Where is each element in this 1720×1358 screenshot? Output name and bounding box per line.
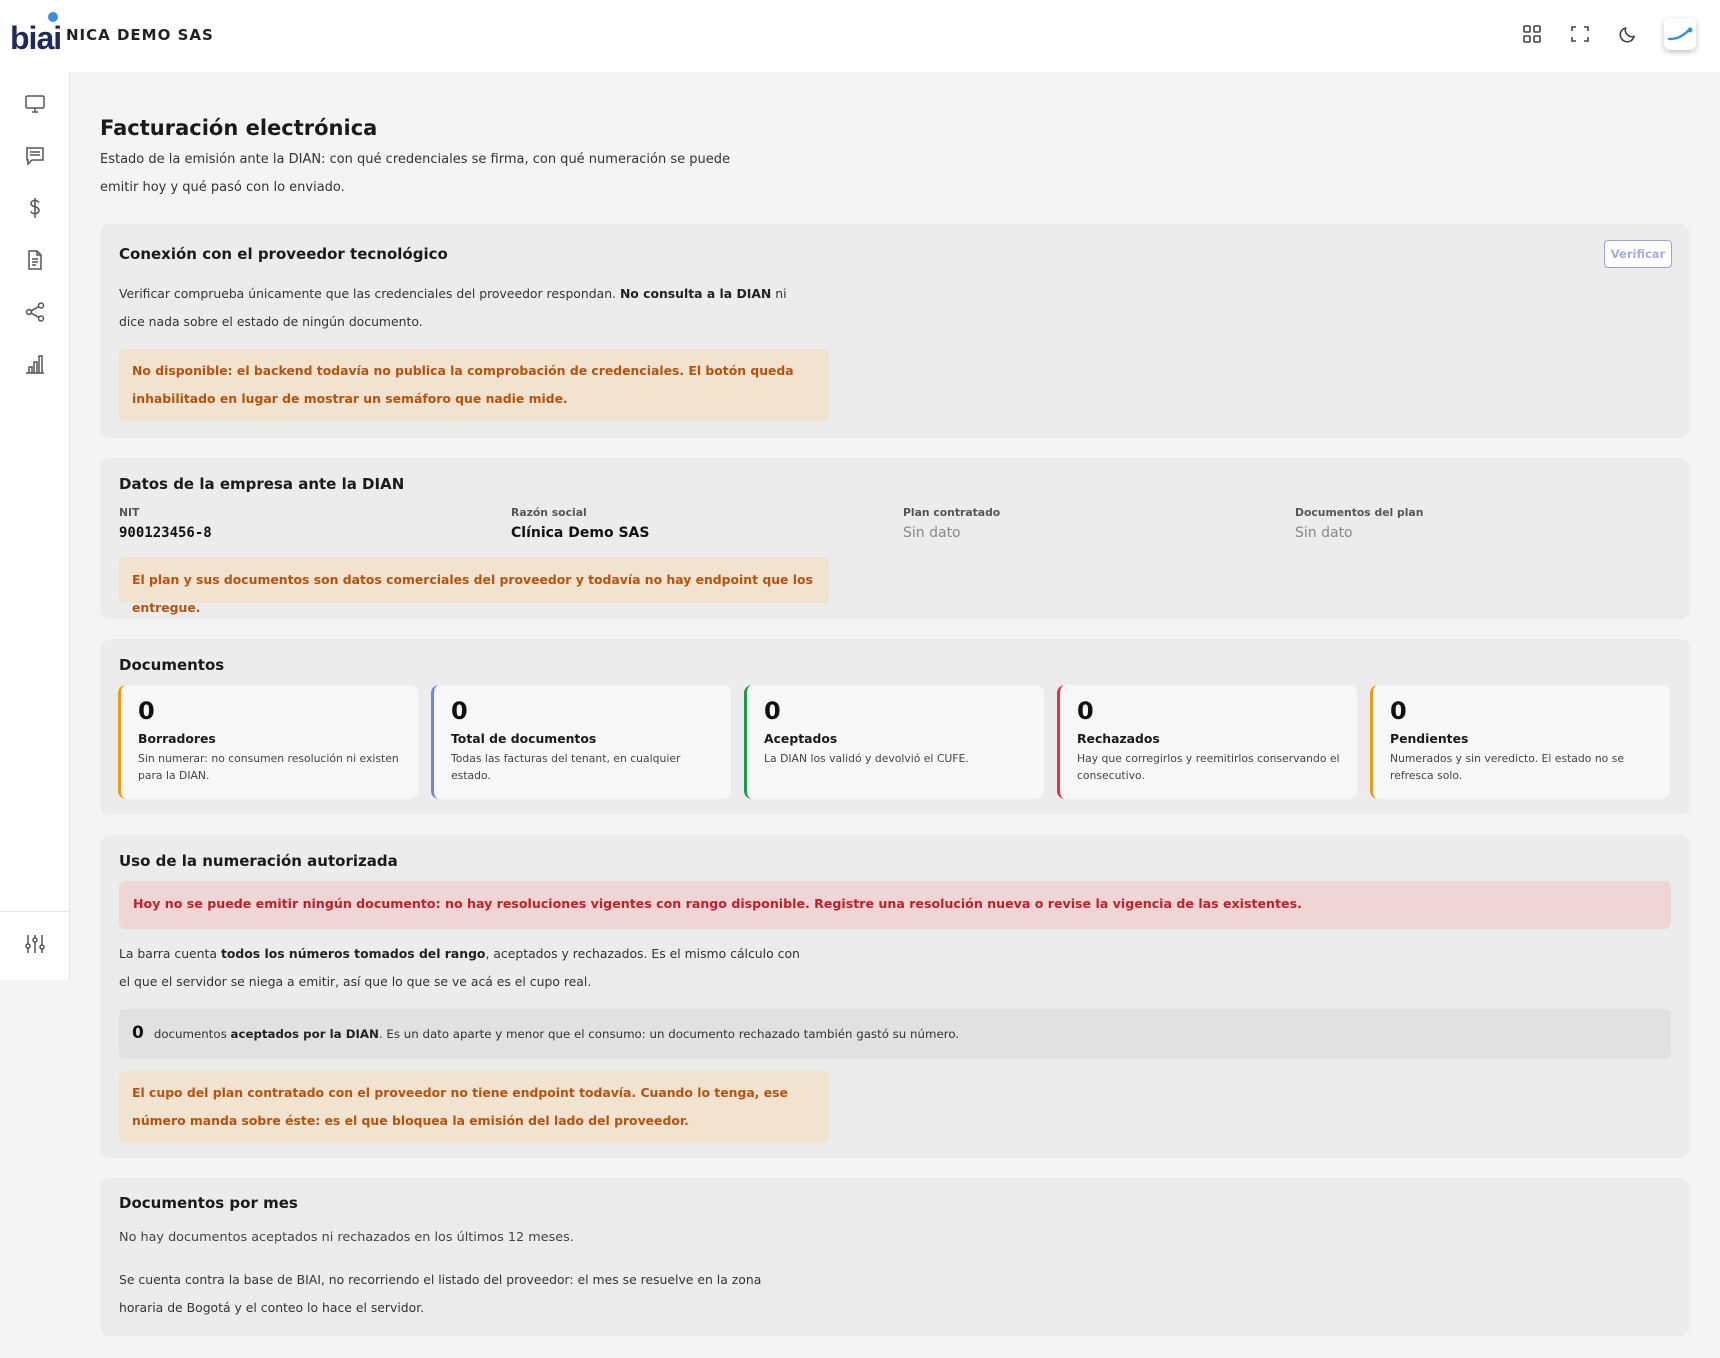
stat-label: Rechazados: [1077, 731, 1160, 746]
stat-value: 0: [138, 697, 155, 725]
stat-accepted: 0 Aceptados La DIAN los validó y devolvi…: [744, 685, 1044, 799]
stat-total: 0 Total de documentos Todas las facturas…: [431, 685, 731, 799]
accepted-text-bold: aceptados por la DIAN: [230, 1027, 379, 1041]
accepted-count: 0: [132, 1023, 144, 1043]
stat-description: Todas las facturas del tenant, en cualqu…: [451, 752, 681, 782]
accepted-text-after: . Es un dato aparte y menor que el consu…: [378, 1027, 960, 1041]
accepted-text-before: documentos: [153, 1027, 231, 1041]
biai-logo[interactable]: biai: [8, 10, 62, 56]
numbering-card: Uso de la numeración autorizada Hoy no s…: [100, 835, 1690, 1158]
field-value: Clínica Demo SAS: [511, 525, 650, 541]
settings-sliders-icon[interactable]: [23, 932, 47, 956]
verify-button[interactable]: Verificar: [1604, 240, 1672, 268]
numbering-text-bold: todos los números tomados del rango: [220, 946, 486, 961]
company-data-card: Datos de la empresa ante la DIAN NIT 900…: [100, 458, 1690, 619]
monthly-card: Documentos por mes No hay documentos ace…: [100, 1178, 1690, 1336]
stat-description: La DIAN los validó y devolvió el CUFE.: [764, 752, 969, 765]
stat-value: 0: [1390, 697, 1407, 725]
logo-dot: [48, 12, 58, 22]
sidebar: [0, 72, 70, 980]
stat-value: 0: [451, 697, 468, 725]
field-value: Sin dato: [903, 525, 961, 541]
monthly-title: Documentos por mes: [119, 1194, 298, 1212]
field-label: Razón social: [511, 506, 587, 519]
stat-value: 0: [1077, 697, 1094, 725]
stat-drafts: 0 Borradores Sin numerar: no consumen re…: [118, 685, 418, 799]
stat-description: Sin numerar: no consumen resolución ni e…: [138, 752, 399, 782]
field-label: NIT: [119, 506, 140, 519]
monthly-empty-message: No hay documentos aceptados ni rechazado…: [119, 1230, 574, 1245]
numbering-description: La barra cuenta todos los números tomado…: [119, 940, 809, 996]
logo-text: biai: [10, 20, 62, 56]
field-label: Plan contratado: [903, 506, 1001, 519]
stat-rejected: 0 Rechazados Hay que corregirlos y reemi…: [1057, 685, 1357, 799]
stat-description: Hay que corregirlos y reemitirlos conser…: [1077, 752, 1340, 782]
page-header: Facturación electrónica Estado de la emi…: [100, 100, 1690, 202]
apps-grid-icon[interactable]: [1520, 22, 1544, 46]
dollar-icon[interactable]: [23, 196, 47, 220]
accepted-by-dian-box: 0 documentos aceptados por la DIAN. Es un…: [119, 1009, 1671, 1059]
stat-description: Numerados y sin veredicto. El estado no …: [1390, 752, 1624, 782]
stat-pending: 0 Pendientes Numerados y sin veredicto. …: [1370, 685, 1670, 799]
company-data-title: Datos de la empresa ante la DIAN: [119, 475, 405, 493]
page-title: Facturación electrónica: [100, 116, 378, 140]
documents-title: Documentos: [119, 656, 225, 674]
top-actions: [1520, 18, 1696, 50]
share-icon[interactable]: [23, 300, 47, 324]
field-plan-documents: Documentos del plan Sin dato: [1295, 506, 1655, 541]
field-value: Sin dato: [1295, 525, 1353, 541]
stat-label: Borradores: [138, 731, 216, 746]
fullscreen-icon[interactable]: [1568, 22, 1592, 46]
stat-label: Pendientes: [1390, 731, 1469, 746]
connection-text-bold: No consulta a la DIAN: [619, 286, 772, 301]
field-label: Documentos del plan: [1295, 506, 1424, 519]
stat-label: Aceptados: [764, 731, 838, 746]
connection-title: Conexión con el proveedor tecnológico: [119, 245, 448, 263]
field-razon-social: Razón social Clínica Demo SAS: [511, 506, 871, 541]
dark-mode-moon-icon[interactable]: [1616, 22, 1640, 46]
connection-text-before: Verificar comprueba únicamente que las c…: [119, 286, 620, 301]
top-bar: biai NICA DEMO SAS: [0, 0, 1720, 72]
sidebar-divider: [0, 911, 70, 912]
stat-value: 0: [764, 697, 781, 725]
documents-card: Documentos 0 Borradores Sin numerar: no …: [100, 639, 1690, 815]
monitor-icon[interactable]: [23, 92, 47, 116]
numbering-warning: El cupo del plan contratado con el prove…: [119, 1071, 829, 1143]
company-name: NICA DEMO SAS: [66, 26, 214, 44]
field-plan: Plan contratado Sin dato: [903, 506, 1263, 541]
user-avatar[interactable]: [1664, 18, 1696, 50]
document-icon[interactable]: [23, 248, 47, 272]
field-value: 900123456-8: [119, 525, 212, 541]
bar-chart-icon[interactable]: [23, 352, 47, 376]
monthly-description: Se cuenta contra la base de BIAI, no rec…: [119, 1272, 762, 1315]
numbering-text-before: La barra cuenta: [119, 946, 221, 961]
page-description: Estado de la emisión ante la DIAN: con q…: [100, 152, 730, 195]
numbering-error: Hoy no se puede emitir ningún documento:…: [119, 881, 1671, 929]
stat-label: Total de documentos: [451, 731, 597, 746]
connection-warning: No disponible: el backend todavía no pub…: [119, 349, 829, 421]
messages-icon[interactable]: [23, 144, 47, 168]
connection-description: Verificar comprueba únicamente que las c…: [119, 280, 809, 336]
connection-card: Conexión con el proveedor tecnológico Ve…: [100, 224, 1690, 438]
company-data-warning: El plan y sus documentos son datos comer…: [119, 557, 829, 615]
numbering-title: Uso de la numeración autorizada: [119, 852, 398, 870]
field-nit: NIT 900123456-8: [119, 506, 479, 541]
